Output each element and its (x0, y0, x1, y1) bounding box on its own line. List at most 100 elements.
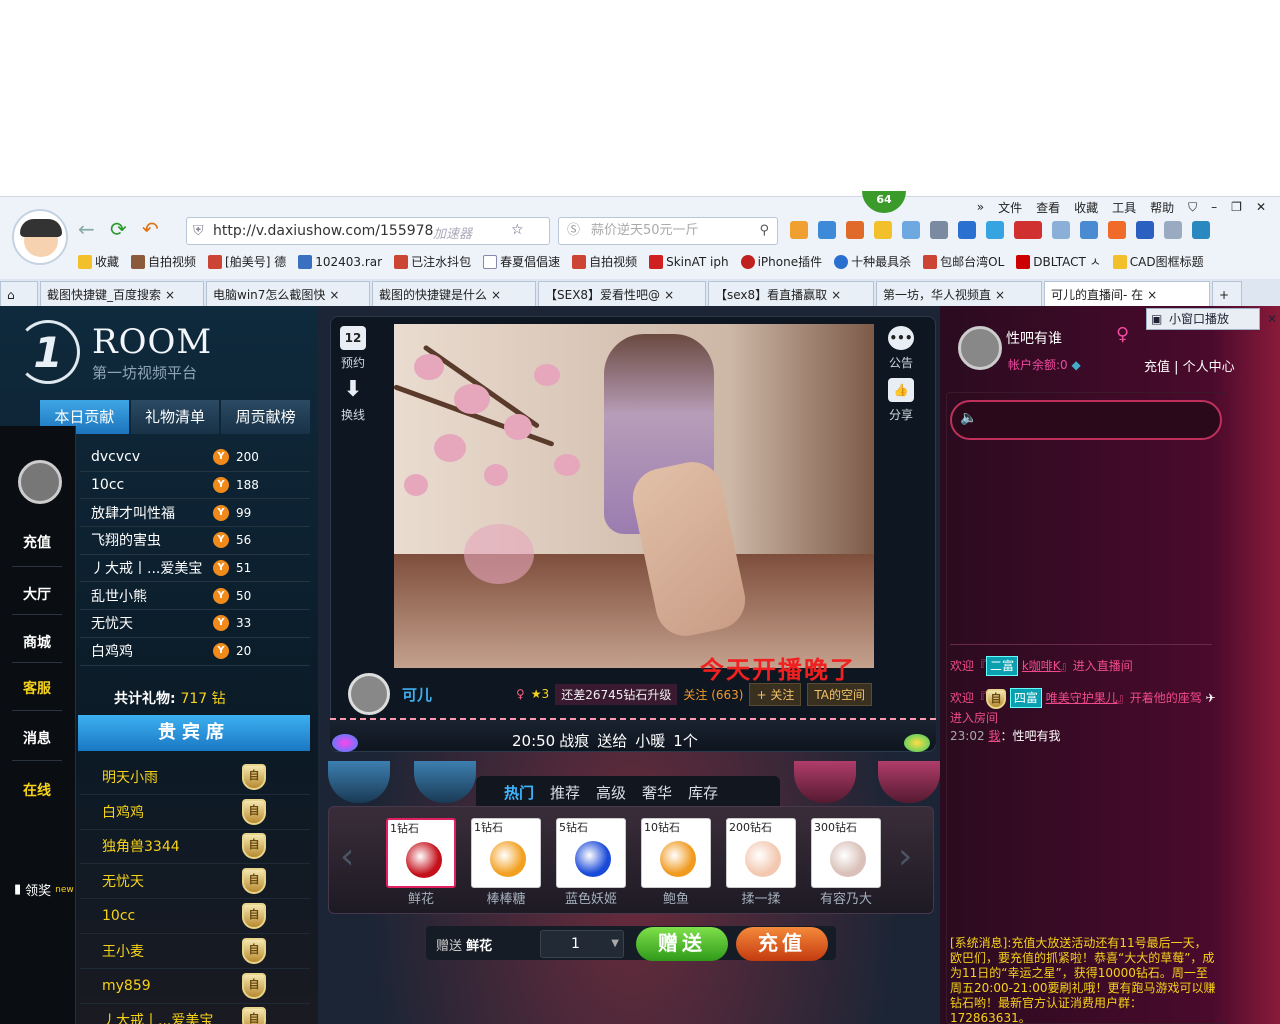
browser-tab[interactable]: 【sex8】看直播赢取 × (708, 281, 874, 307)
menu-help[interactable]: 帮助 (1150, 199, 1174, 216)
ext-icon-7[interactable] (958, 221, 976, 239)
menu-more[interactable]: » (977, 200, 984, 214)
browser-avatar[interactable] (12, 209, 68, 265)
browser-tab[interactable]: 第一坊，华人视频直 × (876, 281, 1042, 307)
leaderboard-row[interactable]: dvcvcv Y 200 (80, 444, 310, 472)
close-icon[interactable]: × (831, 288, 841, 302)
reward-link[interactable]: ▮ 领奖 new (14, 880, 74, 899)
gift-tab-luxury[interactable]: 奢华 (642, 782, 672, 803)
vip-row[interactable]: 丿大戒丨...爱美宝自 (80, 1004, 310, 1024)
gift-tab-advanced[interactable]: 高级 (596, 782, 626, 803)
leaderboard-row[interactable]: 无忧天 Y 33 (80, 610, 310, 638)
leaderboard-row[interactable]: 放肆才叫性福 Y 99 (80, 499, 310, 528)
vip-row[interactable]: 王小麦自 (80, 934, 310, 969)
close-icon[interactable]: × (1147, 288, 1157, 302)
bookmark[interactable]: 十种最具杀 (834, 253, 911, 270)
refresh-icon[interactable]: ⟳ (110, 219, 127, 239)
browser-tab[interactable]: 截图快捷键_百度搜索 × (40, 281, 204, 307)
ext-icon-12[interactable] (1136, 221, 1154, 239)
bookmark[interactable]: 自拍视频 (131, 253, 196, 270)
follow-button[interactable]: + 关注 (749, 682, 802, 706)
host-avatar[interactable] (348, 673, 390, 715)
new-icon[interactable] (1014, 221, 1042, 239)
restore-icon[interactable]: ❐ (1231, 200, 1242, 214)
search-box[interactable]: Ⓢ 蒜价逆天50元一斤 ⚲ (558, 217, 778, 245)
recharge-button[interactable]: 充值 (736, 927, 828, 961)
gift-item[interactable]: 10钻石 (641, 818, 711, 888)
close-icon[interactable]: × (491, 288, 501, 302)
user-avatar[interactable] (18, 460, 62, 504)
bookmark[interactable]: CAD图框标题 (1112, 253, 1204, 270)
quantity-select[interactable]: 1 ▼ (540, 930, 624, 958)
leaderboard-row[interactable]: 10cc Y 188 (80, 472, 310, 500)
vip-row[interactable]: 白鸡鸡自 (80, 795, 310, 830)
minimize-icon[interactable]: – (1211, 200, 1217, 214)
menu-view[interactable]: 查看 (1036, 199, 1060, 216)
menu-favorites[interactable]: 收藏 (1074, 199, 1098, 216)
bookmark[interactable]: 自拍视频 (572, 253, 637, 270)
vip-row[interactable]: 无忧天自 (80, 864, 310, 900)
browser-tab[interactable]: 截图的快捷键是什么 × (372, 281, 536, 307)
search-icon[interactable]: ⚲ (759, 218, 769, 244)
gift-item[interactable]: 300钻石 (811, 818, 881, 888)
leaderboard-row[interactable]: 白鸡鸡 Y 20 (80, 638, 310, 666)
nav-online[interactable]: 在线 (0, 780, 74, 800)
ext-icon-5[interactable] (902, 221, 920, 239)
vip-row[interactable]: 独角兽3344 自 (80, 830, 310, 865)
switch-line-button[interactable]: ⬇ 换线 (340, 378, 366, 423)
share-button[interactable]: 👍 分享 (888, 378, 914, 423)
space-button[interactable]: TA的空间 (807, 682, 872, 706)
nav-lobby[interactable]: 大厅 (0, 584, 74, 604)
account-links[interactable]: 充值 | 个人中心 (1144, 356, 1235, 375)
close-icon[interactable]: × (329, 288, 339, 302)
ext-icon-2[interactable] (818, 221, 836, 239)
ext-icon-11[interactable] (1108, 221, 1126, 239)
send-gift-button[interactable]: 赠送 (636, 927, 728, 961)
ext-icon-8[interactable] (986, 221, 1004, 239)
new-tab-icon[interactable]: + (1212, 281, 1242, 307)
nav-mall[interactable]: 商城 (0, 632, 74, 652)
bookmark[interactable]: 收藏 (78, 253, 119, 270)
notice-button[interactable]: ••• 公告 (888, 326, 914, 371)
nav-recharge[interactable]: 充值 (0, 532, 74, 552)
bookmark[interactable]: 已注水抖包 (394, 253, 471, 270)
accelerator-label[interactable]: 加速器 (433, 223, 472, 242)
gift-item[interactable]: 1钻石 (471, 818, 541, 888)
download-icon[interactable] (1192, 221, 1210, 239)
ext-icon-6[interactable] (930, 221, 948, 239)
ext-icon-3[interactable] (846, 221, 864, 239)
nav-messages[interactable]: 消息 (0, 728, 74, 748)
browser-tab[interactable]: 【SEX8】爱看性吧@ × (538, 281, 706, 307)
ext-icon-1[interactable] (790, 221, 808, 239)
reserve-button[interactable]: 12 预约 (340, 326, 366, 371)
ext-icon-13[interactable] (1164, 221, 1182, 239)
bookmark[interactable]: SkinAT iph (649, 253, 729, 270)
gift-item[interactable]: 1钻石 (386, 818, 456, 888)
close-icon[interactable]: ✕ (1256, 200, 1266, 214)
gift-tab-recommend[interactable]: 推荐 (550, 782, 580, 803)
tab-gift-list[interactable]: 礼物清单 (130, 400, 220, 434)
bookmark[interactable]: 102403.rar (298, 253, 382, 270)
leaderboard-row[interactable]: 乱世小熊 Y 50 (80, 582, 310, 611)
close-icon[interactable]: × (664, 288, 674, 302)
live-video[interactable] (394, 324, 874, 668)
tab-weekly[interactable]: 周贡献榜 (221, 400, 311, 434)
gift-item[interactable]: 5钻石 (556, 818, 626, 888)
ext-icon-4[interactable] (874, 221, 892, 239)
star-icon[interactable]: ☆ (511, 222, 524, 238)
gift-tab-hot[interactable]: 热门 (504, 782, 534, 803)
bookmark[interactable]: 春夏倡倡速 (483, 253, 560, 270)
user-avatar[interactable] (958, 326, 1002, 370)
browser-tab-active[interactable]: 可儿的直播间- 在 × (1044, 281, 1210, 307)
leaderboard-row[interactable]: 丿大戒丨...爱美宝 Y 51 (80, 555, 310, 583)
bookmark[interactable]: 包邮台湾OL (923, 253, 1004, 270)
next-arrow-icon[interactable]: › (898, 836, 912, 877)
ext-icon-10[interactable] (1080, 221, 1098, 239)
prev-arrow-icon[interactable]: ‹ (340, 836, 354, 877)
close-icon[interactable]: × (995, 288, 1005, 302)
bookmark[interactable]: iPhone插件 (740, 253, 822, 270)
vip-row[interactable]: 10cc 自 (80, 899, 310, 934)
notification-badge[interactable]: 64 (862, 191, 906, 213)
gift-item[interactable]: 200钻石 (726, 818, 796, 888)
chat-user-link[interactable]: k咖啡K (1022, 659, 1061, 673)
